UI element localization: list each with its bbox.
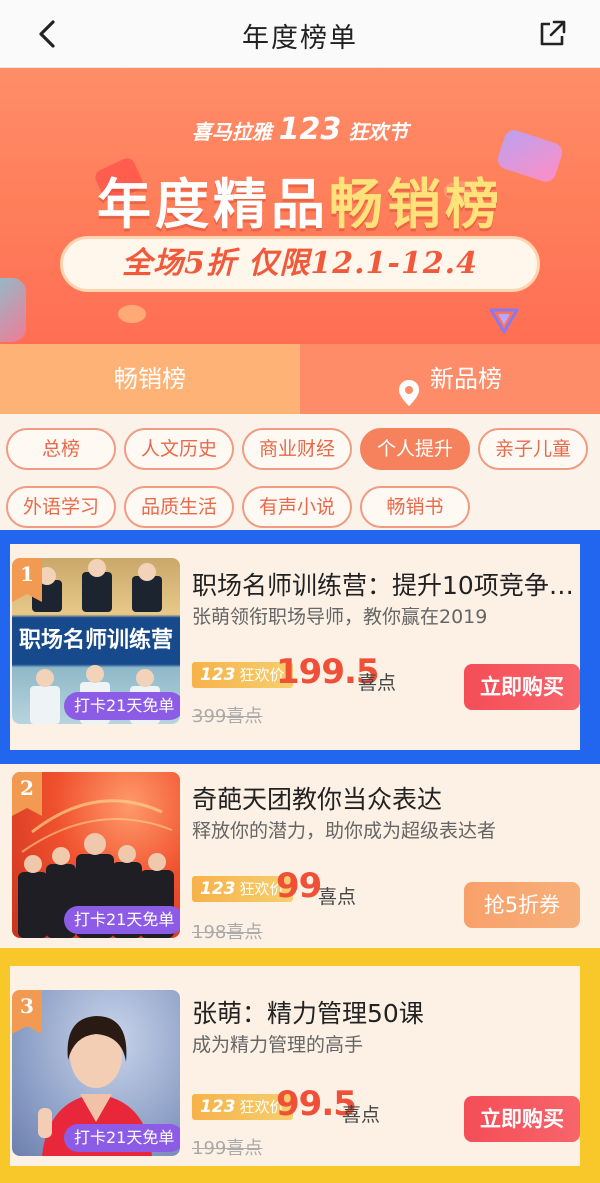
page: 年度榜单 喜马拉雅 123 狂欢节 年度精品畅销榜 全场5折 仅限12.1-12… bbox=[0, 0, 600, 1183]
punch-in-badge: 打卡21天免单 bbox=[64, 1124, 180, 1152]
nav-bar: 年度榜单 bbox=[0, 0, 600, 68]
brand-number: 123 bbox=[278, 112, 342, 147]
price-unit: 喜点 bbox=[342, 1104, 381, 1126]
product-card[interactable]: 2 打卡21天免单 奇葩天团教你当众表达 释放你的潜力，助你成为超级表达者 12… bbox=[0, 764, 600, 948]
product-card[interactable]: 3 打卡21天免单 张萌：精力管理50课 成为精力管理的高手 123 狂欢价 99… bbox=[0, 948, 600, 1183]
product-title[interactable]: 奇葩天团教你当众表达 bbox=[192, 780, 582, 816]
get-coupon-button[interactable]: 抢5折券 bbox=[464, 882, 580, 928]
cover-title: 职场名师训练营 bbox=[18, 628, 173, 653]
headline-part-a: 年度精品 bbox=[97, 173, 329, 236]
price-unit: 喜点 bbox=[358, 672, 397, 694]
chip-parenting[interactable]: 亲子儿童 bbox=[478, 428, 588, 470]
product-cover[interactable]: 3 打卡21天免单 bbox=[12, 990, 180, 1156]
product-cover[interactable]: 2 打卡21天免单 bbox=[12, 772, 180, 938]
product-subtitle: 成为精力管理的高手 bbox=[192, 1034, 364, 1056]
chip-lifestyle[interactable]: 品质生活 bbox=[124, 486, 234, 528]
category-chips: 总榜 人文历史 商业财经 个人提升 亲子儿童 外语学习 品质生活 有声小说 畅销… bbox=[0, 414, 600, 532]
chip-audio-novels[interactable]: 有声小说 bbox=[242, 486, 352, 528]
location-pin-icon bbox=[398, 364, 420, 406]
product-subtitle: 张萌领衔职场导师，教你赢在2019 bbox=[192, 606, 488, 628]
rank-badge: 2 bbox=[12, 772, 42, 816]
rank-badge: 3 bbox=[12, 990, 42, 1034]
buy-now-button[interactable]: 立即购买 bbox=[464, 1096, 580, 1142]
triangle-icon bbox=[488, 307, 520, 335]
product-cover[interactable]: 职场名师训练营 1 打卡21天免单 bbox=[12, 558, 180, 724]
chip-total[interactable]: 总榜 bbox=[6, 428, 116, 470]
punch-in-badge: 打卡21天免单 bbox=[64, 692, 180, 720]
product-card-inner: 2 打卡21天免单 奇葩天团教你当众表达 释放你的潜力，助你成为超级表达者 12… bbox=[0, 764, 600, 948]
banner-headline: 年度精品畅销榜 bbox=[0, 160, 600, 239]
chip-humanities[interactable]: 人文历史 bbox=[124, 428, 234, 470]
original-price: 399喜点 bbox=[192, 706, 263, 727]
product-title[interactable]: 张萌：精力管理50课 bbox=[192, 994, 576, 1030]
tab-bar: 畅销榜 新品榜 bbox=[0, 344, 600, 414]
buy-now-button[interactable]: 立即购买 bbox=[464, 664, 580, 710]
chip-language[interactable]: 外语学习 bbox=[6, 486, 116, 528]
tag-number: 123 bbox=[200, 1097, 236, 1117]
product-card[interactable]: 职场名师训练营 1 打卡21天免单 职场名师训练营：提升10项竞争… 张萌领衔职… bbox=[0, 530, 600, 764]
chip-bestseller-books[interactable]: 畅销书 bbox=[360, 486, 470, 528]
punch-in-badge: 打卡21天免单 bbox=[64, 906, 180, 934]
promo-pill: 全场5折 仅限12.1-12.4 bbox=[60, 236, 540, 292]
external-share-icon[interactable] bbox=[532, 14, 572, 54]
price-unit: 喜点 bbox=[318, 886, 357, 908]
chip-self-improvement[interactable]: 个人提升 bbox=[360, 428, 470, 470]
headline-part-b: 畅销榜 bbox=[329, 173, 503, 236]
festival-brand: 喜马拉雅 123 狂欢节 bbox=[0, 112, 600, 147]
tab-label: 畅销榜 bbox=[114, 365, 186, 393]
tab-label: 新品榜 bbox=[430, 365, 502, 393]
tag-number: 123 bbox=[200, 665, 236, 685]
product-subtitle: 释放你的潜力，助你成为超级表达者 bbox=[192, 820, 497, 842]
decor-shape bbox=[0, 278, 26, 342]
brand-suffix: 狂欢节 bbox=[348, 120, 409, 144]
original-price: 199喜点 bbox=[192, 1138, 263, 1159]
product-card-inner: 职场名师训练营 1 打卡21天免单 职场名师训练营：提升10项竞争… 张萌领衔职… bbox=[10, 544, 580, 750]
page-title: 年度榜单 bbox=[242, 23, 358, 54]
chip-business[interactable]: 商业财经 bbox=[242, 428, 352, 470]
tag-number: 123 bbox=[200, 879, 236, 899]
brand-name: 喜马拉雅 bbox=[191, 120, 272, 144]
sale-price: 99 bbox=[276, 866, 322, 906]
tab-bestseller[interactable]: 畅销榜 bbox=[0, 344, 300, 414]
original-price: 198喜点 bbox=[192, 922, 263, 943]
decor-shape bbox=[118, 305, 146, 323]
product-title[interactable]: 职场名师训练营：提升10项竞争… bbox=[192, 566, 576, 602]
rank-badge: 1 bbox=[12, 558, 42, 602]
product-card-inner: 3 打卡21天免单 张萌：精力管理50课 成为精力管理的高手 123 狂欢价 99… bbox=[10, 966, 580, 1166]
tab-new-arrivals[interactable]: 新品榜 bbox=[300, 344, 600, 414]
